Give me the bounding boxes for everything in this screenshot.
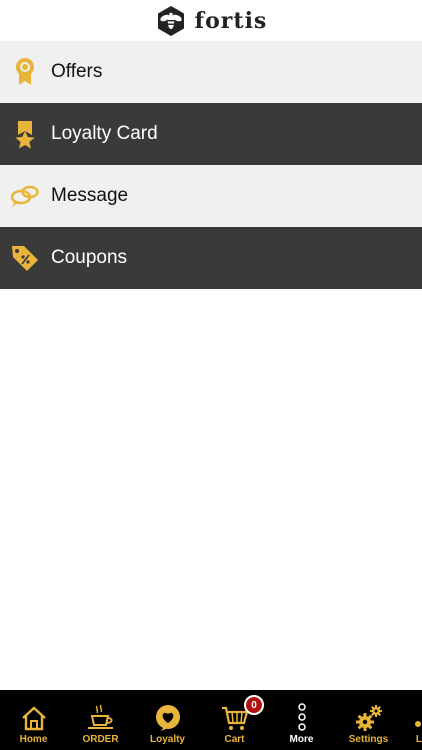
menu-item-loyalty-card[interactable]: Loyalty Card (0, 103, 422, 165)
more-dots-icon (296, 703, 308, 733)
bottom-tab-bar: Home ORDER Loyalty 0 Cart More Settings … (0, 690, 422, 750)
tab-label: More (289, 734, 314, 745)
app-header: fortis (0, 0, 422, 42)
menu-item-coupons[interactable]: Coupons (0, 227, 422, 289)
tab-label: Settings (348, 734, 389, 745)
heart-bubble-icon (154, 703, 182, 733)
star-ribbon-icon (10, 119, 40, 149)
partial-tab-icon (402, 703, 422, 733)
coffee-cup-icon (86, 703, 116, 733)
menu-list: Offers Loyalty Card Message Coupons (0, 41, 422, 289)
menu-item-label: Offers (51, 61, 103, 82)
bee-hexagon-icon (155, 5, 187, 37)
chat-bubbles-icon (10, 181, 40, 211)
tab-label: Cart (224, 734, 245, 745)
tab-label: L (415, 734, 422, 745)
percent-tag-icon (10, 243, 40, 273)
tab-order[interactable]: ORDER (67, 690, 134, 750)
house-icon (20, 703, 48, 733)
tab-more[interactable]: More (268, 690, 335, 750)
tab-loyalty[interactable]: Loyalty (134, 690, 201, 750)
cart-count-badge: 0 (244, 695, 264, 715)
tab-settings[interactable]: Settings (335, 690, 402, 750)
tab-label: Loyalty (149, 734, 185, 745)
award-ribbon-icon (10, 57, 40, 87)
menu-item-offers[interactable]: Offers (0, 41, 422, 103)
brand[interactable]: fortis (155, 5, 268, 37)
gears-icon (354, 703, 384, 733)
tab-label: ORDER (82, 734, 119, 745)
menu-item-label: Coupons (51, 247, 128, 268)
menu-item-label: Loyalty Card (51, 123, 158, 144)
tab-label: Home (19, 734, 48, 745)
tab-partial-offscreen[interactable]: L (402, 690, 422, 750)
tab-cart[interactable]: 0 Cart (201, 690, 268, 750)
menu-item-label: Message (51, 185, 129, 206)
tab-home[interactable]: Home (0, 690, 67, 750)
menu-item-message[interactable]: Message (0, 165, 422, 227)
brand-name: fortis (194, 7, 268, 34)
